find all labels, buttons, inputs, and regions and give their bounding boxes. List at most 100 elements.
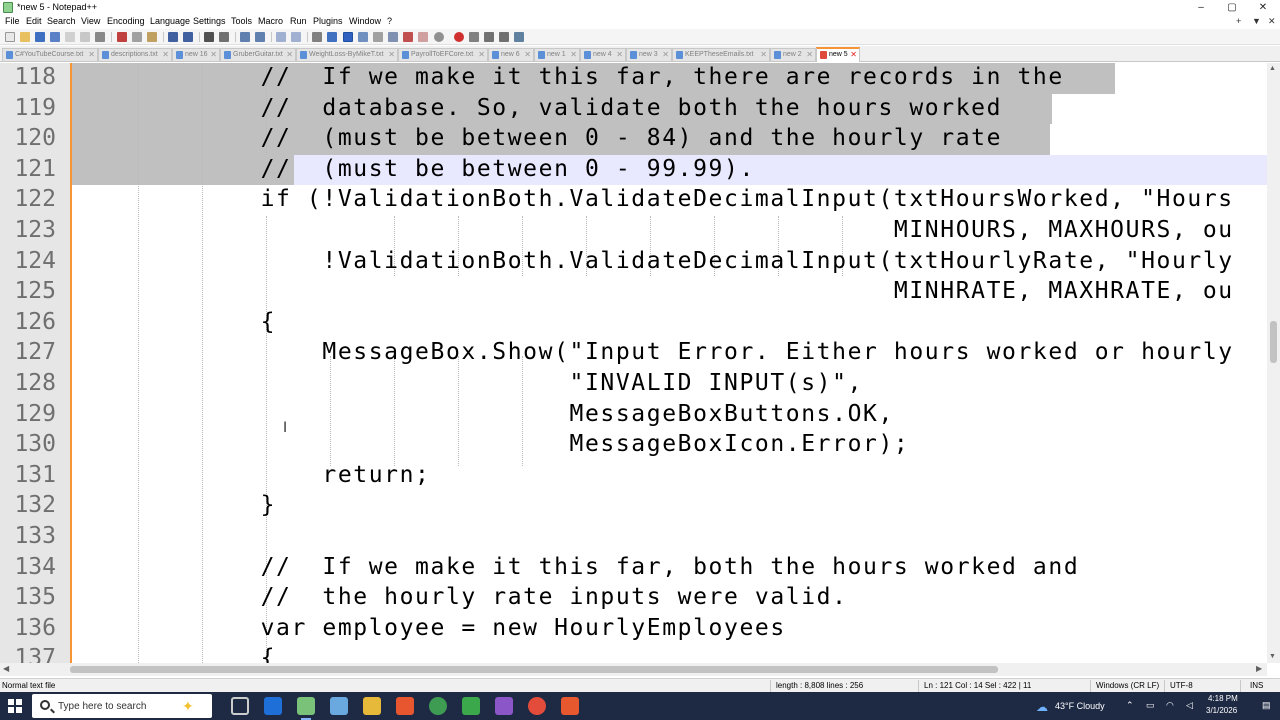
tab-close-icon[interactable]: ✕ [760,50,767,59]
tab-new-2[interactable]: new 2 ✕ [770,48,816,61]
print-icon[interactable] [95,32,105,42]
new-tab-button[interactable]: + [1236,16,1241,26]
code-line[interactable]: return; [137,462,431,488]
eol-format-label[interactable]: Windows (CR LF) [1096,681,1159,690]
tab-close-icon[interactable]: ✕ [162,50,169,59]
redo-icon[interactable] [183,32,193,42]
start-recording-icon[interactable] [454,32,464,42]
cut-icon[interactable] [117,32,127,42]
vertical-scroll-thumb[interactable] [1270,321,1277,363]
code-line[interactable]: MINHRATE, MAXHRATE, ou [137,278,1234,304]
code-line[interactable]: { [137,645,276,663]
close-all-icon[interactable] [80,32,90,42]
scroll-down-icon[interactable]: ▼ [1269,653,1276,660]
record-macro-icon[interactable] [434,32,444,42]
code-line[interactable]: // (must be between 0 - 99.99). [137,156,755,182]
network-icon[interactable]: ▭ [1146,700,1155,711]
tab-keep-these-emails[interactable]: KEEPTheseEmails.txt ✕ [672,48,770,61]
chrome-icon[interactable] [429,697,447,715]
zoom-in-icon[interactable] [240,32,250,42]
maximize-button[interactable]: ▢ [1217,0,1247,15]
menu-run[interactable]: Run [290,16,307,26]
code-line[interactable]: // the hourly rate inputs were valid. [137,584,848,610]
tab-close-icon[interactable]: ✕ [850,50,857,59]
volume-icon[interactable]: ◁ [1186,700,1193,711]
menu-view[interactable]: View [81,16,100,26]
menu-language[interactable]: Language [150,16,190,26]
weather-label[interactable]: 43°F Cloudy [1055,701,1105,711]
menu-search[interactable]: Search [47,16,76,26]
code-line[interactable]: if (!ValidationBoth.ValidateDecimalInput… [137,186,1234,212]
undo-icon[interactable] [168,32,178,42]
tab-close-icon[interactable]: ✕ [88,50,95,59]
tab-new-1[interactable]: new 1 ✕ [534,48,580,61]
find-icon[interactable] [204,32,214,42]
code-line[interactable]: "INVALID INPUT(s)", [137,370,863,396]
open-folder-icon[interactable] [20,32,30,42]
code-line[interactable]: { [137,309,276,335]
replace-icon[interactable] [219,32,229,42]
tab-close-icon[interactable]: ✕ [388,50,395,59]
sync-horizontal-icon[interactable] [291,32,301,42]
doc-map-icon[interactable] [373,32,383,42]
notepad-plus-plus-taskbar-icon[interactable] [297,697,315,720]
indent-guide-icon[interactable] [343,32,353,42]
snagit-icon[interactable] [561,697,579,715]
horizontal-scrollbar[interactable]: ◀ ▶ [0,663,1267,676]
vertical-scrollbar[interactable]: ▲ ▼ [1267,63,1280,663]
tab-new-6[interactable]: new 6 ✕ [488,48,534,61]
code-line[interactable]: MessageBoxButtons.OK, [137,401,894,427]
windows-start-icon[interactable] [8,699,22,713]
chrome-profile-icon[interactable] [528,697,546,715]
tab-close-icon[interactable]: ✕ [286,50,293,59]
editor[interactable]: I 118 // If we make it this far, there a… [0,63,1267,663]
word-app-icon[interactable] [264,697,282,715]
tab-close-icon[interactable]: ✕ [616,50,623,59]
code-line[interactable]: // (must be between 0 - 84) and the hour… [137,125,1002,151]
udl-icon[interactable] [358,32,368,42]
tab-close-icon[interactable]: ✕ [210,50,217,59]
menu-window[interactable]: Window [349,16,381,26]
stop-recording-icon[interactable] [469,32,479,42]
monitoring-icon[interactable] [418,32,428,42]
tab-close-icon[interactable]: ✕ [524,50,531,59]
code-line[interactable]: var employee = new HourlyEmployees [137,615,786,641]
save-icon[interactable] [35,32,45,42]
tab-gruber-guitar[interactable]: GruberGuitar.txt ✕ [220,48,296,61]
folder-workspace-icon[interactable] [403,32,413,42]
tab-close-icon[interactable]: ✕ [570,50,577,59]
menu-macro[interactable]: Macro [258,16,283,26]
tab-new-5[interactable]: new 5 ✕ [816,47,860,62]
code-line[interactable]: MessageBox.Show("Input Error. Either hou… [137,339,1234,365]
close-doc-button[interactable]: ✕ [1268,16,1276,27]
copy-icon[interactable] [132,32,142,42]
minimize-button[interactable]: – [1186,0,1216,15]
camtasia-icon[interactable] [462,697,480,715]
tab-new-4[interactable]: new 4 ✕ [580,48,626,61]
file-explorer-icon[interactable] [363,697,381,715]
code-line[interactable]: // If we make it this far, there are rec… [137,64,1064,90]
code-line[interactable]: !ValidationBoth.ValidateDecimalInput(txt… [137,248,1234,274]
visual-studio-icon[interactable] [495,697,513,715]
tab-new-3[interactable]: new 3 ✕ [626,48,672,61]
zoom-out-icon[interactable] [255,32,265,42]
tab-close-icon[interactable]: ✕ [806,50,813,59]
code-line[interactable]: // database. So, validate both the hours… [137,95,1002,121]
clock-date[interactable]: 3/1/2026 [1206,706,1237,715]
tab-csharp-youtube-course[interactable]: C#YouTubeCourse.txt ✕ [2,48,98,61]
insert-mode-label[interactable]: INS [1250,681,1263,690]
encoding-label[interactable]: UTF-8 [1170,681,1193,690]
tray-chevron-icon[interactable]: ⌃ [1126,700,1134,711]
sync-vertical-icon[interactable] [276,32,286,42]
menu-plugins[interactable]: Plugins [313,16,343,26]
code-line[interactable]: // If we make it this far, both the hour… [137,554,1079,580]
menu-encoding[interactable]: Encoding [107,16,145,26]
tab-weight-loss[interactable]: WeightLoss-ByMikeT.txt ✕ [296,48,398,61]
code-line[interactable]: MessageBoxIcon.Error); [137,431,909,457]
show-all-chars-icon[interactable] [327,32,337,42]
paste-icon[interactable] [147,32,157,42]
code-line[interactable]: MINHOURS, MAXHOURS, ou [137,217,1234,243]
tab-close-icon[interactable]: ✕ [478,50,485,59]
cursor-position-label[interactable]: Ln : 121 Col : 14 Sel : 422 | 11 [924,681,1031,690]
taskbar-search-box[interactable]: Type here to search ✦ [32,694,212,718]
